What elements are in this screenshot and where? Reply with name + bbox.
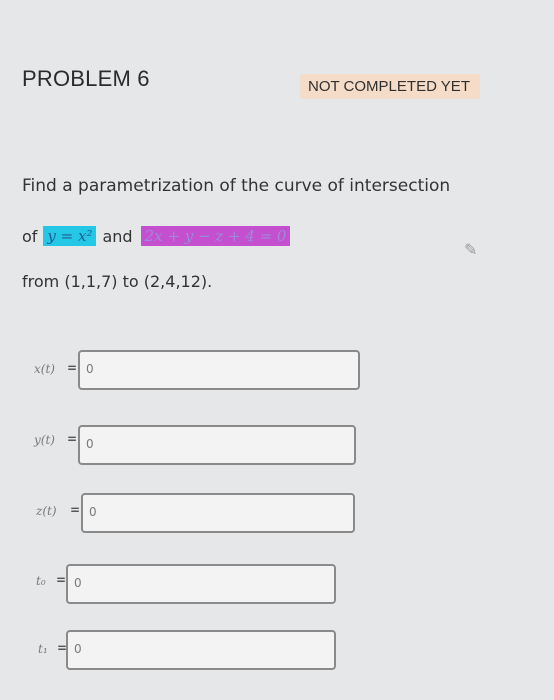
t1-input[interactable]: 0 [66,630,336,670]
feedback-icon[interactable]: ✎ [464,240,477,259]
status-badge: NOT COMPLETED YET [300,74,480,99]
x-of-t-input[interactable]: 0 [78,350,360,390]
and-word: and [102,226,133,246]
y-of-t-value: 0 [86,437,94,451]
endpoints-text: from (1,1,7) to (2,4,12). [22,272,213,291]
equals-sign: = [67,432,78,446]
equals-sign: = [56,573,67,587]
problem-page: PROBLEM 6 NOT COMPLETED YET Find a param… [0,0,554,700]
t0-value: 0 [74,576,82,590]
question-text: Find a parametrization of the curve of i… [22,176,451,196]
z-field-label: z(t) [36,504,57,518]
t0-input[interactable]: 0 [66,564,336,604]
question-equations: of y = x² and 2x + y − z + 4 = 0 [22,226,291,246]
t1-value: 0 [74,642,82,656]
t1-field-label: t₁ [38,642,48,656]
equals-sign: = [67,361,78,375]
z-of-t-input[interactable]: 0 [81,493,355,533]
equation-2: 2x + y − z + 4 = 0 [140,226,291,246]
problem-title: PROBLEM 6 [22,66,150,91]
y-of-t-input[interactable]: 0 [78,425,356,465]
t0-field-label: t₀ [36,574,46,588]
of-word: of [22,226,38,246]
equation-1: y = x² [43,226,97,246]
x-field-label: x(t) [34,362,55,376]
z-of-t-value: 0 [89,505,97,519]
x-of-t-value: 0 [86,362,94,376]
equals-sign: = [70,503,81,517]
y-field-label: y(t) [34,433,55,447]
